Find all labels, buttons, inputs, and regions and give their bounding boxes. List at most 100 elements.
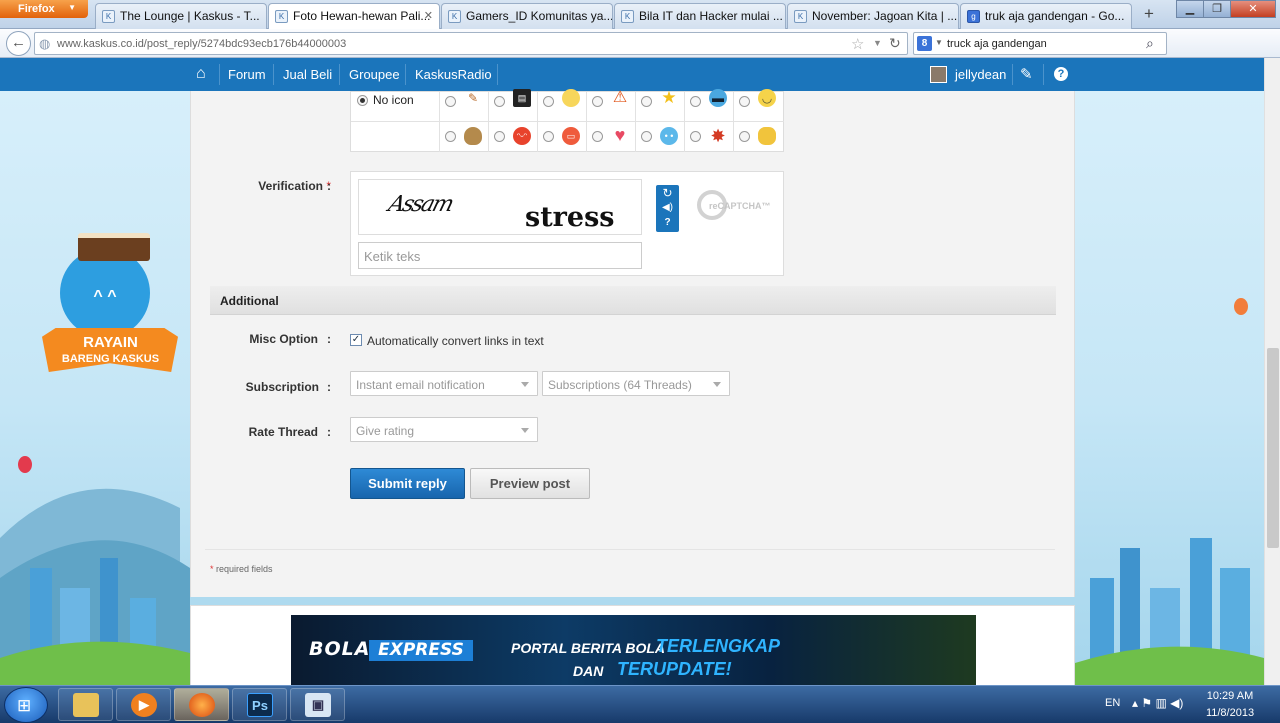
taskbar-explorer[interactable] bbox=[58, 688, 113, 721]
reload-icon[interactable]: ↻ bbox=[889, 35, 901, 52]
post-icon-option[interactable] bbox=[440, 122, 489, 152]
post-icon-option[interactable]: ᵔᵕᵔ bbox=[489, 122, 538, 152]
post-icon-option[interactable]: ▤ bbox=[489, 89, 538, 122]
flag-icon[interactable]: ⚑ bbox=[1141, 696, 1152, 710]
language-indicator[interactable]: EN bbox=[1105, 697, 1120, 709]
google-icon[interactable]: 8 bbox=[917, 36, 932, 51]
post-icon-option[interactable]: ◡ bbox=[734, 89, 784, 122]
nav-kaskusradio[interactable]: KaskusRadio bbox=[415, 67, 492, 82]
username-link[interactable]: jellydean bbox=[955, 67, 1006, 82]
post-icon-option[interactable]: ⚠ bbox=[587, 89, 636, 122]
avatar[interactable] bbox=[930, 66, 947, 83]
page-scrollbar[interactable] bbox=[1264, 58, 1280, 685]
firefox-menu-button[interactable]: Firefox ▼ bbox=[0, 0, 88, 18]
email-notification-select[interactable]: Instant email notification bbox=[350, 371, 538, 396]
post-icon-option[interactable]: ★ bbox=[636, 89, 685, 122]
colon: : bbox=[327, 425, 331, 439]
pencil-icon[interactable]: ✎ bbox=[1020, 65, 1033, 83]
post-icon-option[interactable] bbox=[538, 89, 587, 122]
post-icon-option[interactable]: ♥ bbox=[587, 122, 636, 152]
minimize-button[interactable]: ▁ bbox=[1176, 0, 1204, 18]
radio-no-icon[interactable] bbox=[357, 95, 368, 106]
banner-text3: DAN bbox=[573, 663, 604, 679]
url-text: www.kaskus.co.id/post_reply/5274bdc93ecb… bbox=[57, 38, 347, 50]
post-icon-radio[interactable] bbox=[543, 96, 554, 107]
chevron-up-icon[interactable]: ▴ bbox=[1132, 696, 1138, 710]
audio-icon[interactable]: ◀) bbox=[656, 202, 679, 213]
post-icon-radio[interactable] bbox=[690, 96, 701, 107]
close-icon[interactable]: ✕ bbox=[424, 9, 433, 22]
tab-google-search[interactable]: g truk aja gandengan - Go... bbox=[960, 3, 1132, 29]
post-icon-radio[interactable] bbox=[739, 131, 750, 142]
verification-label: Verification * bbox=[221, 179, 331, 193]
post-icon-option[interactable] bbox=[734, 122, 784, 152]
tab-gamers-id[interactable]: K Gamers_ID Komunitas ya... bbox=[441, 3, 613, 29]
tray-icons[interactable]: ▴ ⚑ ▥ ◀) bbox=[1132, 696, 1183, 710]
auto-convert-links-checkbox[interactable]: ✓ bbox=[350, 334, 362, 346]
clock-time[interactable]: 10:29 AM bbox=[1192, 690, 1268, 702]
bola-express-banner[interactable]: BOLA EXPRESS PORTAL BERITA BOLA TERLENGK… bbox=[291, 615, 976, 685]
taskbar-remote-desktop[interactable]: ▣ bbox=[290, 688, 345, 721]
taskbar-photoshop[interactable]: Ps bbox=[232, 688, 287, 721]
post-icon-radio[interactable] bbox=[494, 96, 505, 107]
chevron-down-icon[interactable]: ▼ bbox=[935, 38, 943, 47]
chevron-down-icon[interactable]: ▼ bbox=[873, 38, 882, 48]
new-tab-button[interactable]: + bbox=[1137, 3, 1161, 27]
kaskus-anniversary-promo[interactable]: ^ ^ RAYAIN BARENG KASKUS bbox=[38, 208, 183, 398]
post-icon-option[interactable]: ▬ bbox=[685, 89, 734, 122]
nav-groupee[interactable]: Groupee bbox=[349, 67, 400, 82]
search-bar[interactable]: 8 ▼ truck aja gandengan ⌕ bbox=[913, 32, 1167, 55]
post-icon-radio[interactable] bbox=[641, 96, 652, 107]
windows-taskbar: ⊞ ▶ Ps ▣ EN ▴ ⚑ ▥ ◀) 10:29 AM 11/8/2013 bbox=[0, 685, 1280, 723]
nav-jual-beli[interactable]: Jual Beli bbox=[283, 67, 332, 82]
post-icon-radio[interactable] bbox=[445, 96, 456, 107]
post-icon-option-none[interactable]: No icon bbox=[351, 92, 440, 122]
volume-icon[interactable]: ◀) bbox=[1170, 696, 1183, 710]
maximize-button[interactable]: ❐ bbox=[1203, 0, 1231, 18]
post-icon-option[interactable]: ✸ bbox=[685, 122, 734, 152]
post-icon-radio[interactable] bbox=[445, 131, 456, 142]
bookmark-star-icon[interactable]: ☆ bbox=[851, 35, 864, 53]
start-button[interactable]: ⊞ bbox=[4, 687, 48, 723]
nav-forum[interactable]: Forum bbox=[228, 67, 266, 82]
clock-date[interactable]: 11/8/2013 bbox=[1192, 707, 1268, 719]
network-icon[interactable]: ▥ bbox=[1155, 696, 1166, 710]
clapper-icon: ▤ bbox=[513, 89, 531, 107]
search-input[interactable]: truck aja gandengan bbox=[947, 38, 1047, 50]
tab-the-lounge[interactable]: K The Lounge | Kaskus - T... bbox=[95, 3, 267, 29]
post-icon-option[interactable]: ✎ bbox=[440, 91, 489, 122]
scrollbar-thumb[interactable] bbox=[1267, 348, 1279, 548]
url-bar[interactable]: ◍ www.kaskus.co.id/post_reply/5274bdc93e… bbox=[34, 32, 908, 55]
post-icon-radio[interactable] bbox=[690, 131, 701, 142]
taskbar-firefox[interactable] bbox=[174, 688, 229, 721]
refresh-icon[interactable]: ↻ bbox=[656, 186, 679, 200]
submit-reply-button[interactable]: Submit reply bbox=[350, 468, 465, 499]
post-icon-radio[interactable] bbox=[592, 131, 603, 142]
preview-post-button[interactable]: Preview post bbox=[470, 468, 590, 499]
post-icon-radio[interactable] bbox=[739, 96, 750, 107]
home-icon[interactable]: ⌂ bbox=[196, 65, 206, 83]
post-icon-radio[interactable] bbox=[494, 131, 505, 142]
help-icon[interactable]: ? bbox=[656, 217, 679, 228]
captcha-input[interactable]: Ketik teks bbox=[358, 242, 642, 269]
auto-convert-links-label[interactable]: Automatically convert links in text bbox=[367, 334, 544, 348]
smile-icon: ◡ bbox=[758, 89, 776, 107]
back-button[interactable]: ← bbox=[6, 31, 31, 56]
post-icon-radio[interactable] bbox=[592, 96, 603, 107]
help-icon[interactable]: ? bbox=[1054, 67, 1068, 81]
close-window-button[interactable]: ✕ bbox=[1230, 0, 1276, 18]
post-icon-option[interactable]: • • bbox=[636, 122, 685, 152]
tab-bila-it[interactable]: K Bila IT dan Hacker mulai ... bbox=[614, 3, 786, 29]
tab-foto-hewan[interactable]: K Foto Hewan-hewan Pali... ✕ bbox=[268, 3, 440, 30]
subscription-folder-select[interactable]: Subscriptions (64 Threads) bbox=[542, 371, 730, 396]
banner-express: EXPRESS bbox=[369, 640, 473, 661]
search-icon[interactable]: ⌕ bbox=[1146, 35, 1154, 52]
kaskus-favicon-icon: K bbox=[621, 10, 634, 23]
post-icon-radio[interactable] bbox=[641, 131, 652, 142]
nav-divider bbox=[497, 64, 498, 85]
post-icon-radio[interactable] bbox=[543, 131, 554, 142]
post-icon-option[interactable]: ▭ bbox=[538, 122, 587, 152]
tab-november[interactable]: K November: Jagoan Kita | ... bbox=[787, 3, 959, 29]
taskbar-media-player[interactable]: ▶ bbox=[116, 688, 171, 721]
rate-thread-select[interactable]: Give rating bbox=[350, 417, 538, 442]
